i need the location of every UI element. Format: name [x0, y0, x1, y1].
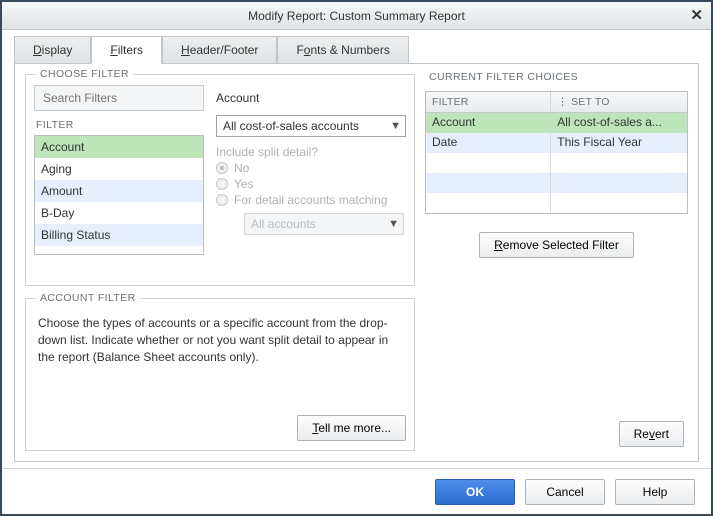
filter-item[interactable]: Amount: [35, 180, 203, 202]
split-radio-no: No: [216, 161, 406, 175]
current-choices-legend: CURRENT FILTER CHOICES: [429, 71, 688, 83]
current-choice-row[interactable]: [426, 173, 687, 193]
window-title: Modify Report: Custom Summary Report: [248, 9, 465, 23]
choose-filter-row: FILTER Account Aging Amount B-Day Billin…: [34, 85, 406, 255]
tab-display[interactable]: Display: [14, 36, 91, 64]
chevron-down-icon: ▼: [388, 218, 399, 230]
ok-button[interactable]: OK: [435, 479, 515, 505]
radio-icon: [216, 178, 228, 190]
close-icon[interactable]: ✕: [690, 6, 703, 24]
help-button[interactable]: Help: [615, 479, 695, 505]
filter-item[interactable]: Account: [35, 136, 203, 158]
cancel-button[interactable]: Cancel: [525, 479, 605, 505]
current-filter-name: Account: [216, 91, 406, 105]
account-type-dropdown-value: All cost-of-sales accounts: [223, 119, 359, 133]
current-choice-row[interactable]: [426, 153, 687, 173]
tab-filters[interactable]: Filters: [91, 36, 162, 64]
account-filter-legend: ACCOUNT FILTER: [36, 292, 140, 304]
cfc-filter: Account: [426, 113, 551, 133]
radio-label: Yes: [234, 177, 254, 191]
cfc-setto: This Fiscal Year: [551, 133, 687, 153]
choose-filter-group: CHOOSE FILTER FILTER Account Aging Amoun…: [25, 74, 415, 286]
tab-strip: Display Filters Header/Footer Fonts & Nu…: [2, 30, 711, 64]
current-choices-table: FILTER ⋮ SET TO Account All cost-of-sale…: [425, 91, 688, 214]
radio-label: For detail accounts matching: [234, 193, 387, 207]
filter-label: FILTER: [36, 119, 204, 131]
choose-filter-legend: CHOOSE FILTER: [36, 68, 133, 80]
split-accounts-value: All accounts: [251, 217, 316, 231]
current-choice-row[interactable]: [426, 193, 687, 213]
filter-item[interactable]: B-Day: [35, 202, 203, 224]
account-filter-group: ACCOUNT FILTER Choose the types of accou…: [25, 298, 415, 451]
tab-fonts-numbers[interactable]: Fonts & Numbers: [277, 36, 408, 64]
current-choices-header: FILTER ⋮ SET TO: [426, 92, 687, 113]
tab-body-filters: CHOOSE FILTER FILTER Account Aging Amoun…: [14, 63, 699, 462]
split-radio-matching: For detail accounts matching: [216, 193, 406, 207]
split-radio-yes: Yes: [216, 177, 406, 191]
account-filter-text: Choose the types of accounts or a specif…: [34, 309, 406, 405]
chevron-down-icon: ▼: [390, 120, 401, 132]
search-filters-input[interactable]: [34, 85, 204, 111]
filter-item[interactable]: Billing Status: [35, 224, 203, 246]
modify-report-dialog: Modify Report: Custom Summary Report ✕ D…: [0, 0, 713, 516]
filter-detail: Account All cost-of-sales accounts ▼ Inc…: [212, 85, 406, 235]
radio-icon: [216, 162, 228, 174]
titlebar: Modify Report: Custom Summary Report ✕: [2, 2, 711, 30]
dialog-button-bar: OK Cancel Help: [2, 468, 711, 514]
split-accounts-dropdown: All accounts ▼: [244, 213, 404, 235]
left-panel: CHOOSE FILTER FILTER Account Aging Amoun…: [25, 74, 415, 451]
account-type-dropdown[interactable]: All cost-of-sales accounts ▼: [216, 115, 406, 137]
filter-list[interactable]: Account Aging Amount B-Day Billing Statu…: [34, 135, 204, 255]
filter-item[interactable]: Aging: [35, 158, 203, 180]
split-detail-group: Include split detail? No Yes: [216, 145, 406, 235]
remove-selected-filter-button[interactable]: Remove Selected Filter: [479, 232, 634, 258]
tab-header-footer[interactable]: Header/Footer: [162, 36, 277, 64]
tell-me-more-button[interactable]: Tell me more...: [297, 415, 406, 441]
current-choice-row[interactable]: Date This Fiscal Year: [426, 133, 687, 153]
cfc-setto: All cost-of-sales a...: [551, 113, 687, 133]
revert-button[interactable]: Revert: [619, 421, 684, 447]
radio-icon: [216, 194, 228, 206]
split-detail-label: Include split detail?: [216, 145, 406, 159]
cfc-filter: Date: [426, 133, 551, 153]
right-panel: CURRENT FILTER CHOICES FILTER ⋮ SET TO A…: [425, 74, 688, 451]
current-choice-row[interactable]: Account All cost-of-sales a...: [426, 113, 687, 133]
col-filter: FILTER: [426, 92, 551, 112]
radio-label: No: [234, 161, 249, 175]
col-set-to: ⋮ SET TO: [551, 92, 687, 112]
filter-search-wrap: FILTER Account Aging Amount B-Day Billin…: [34, 85, 204, 255]
